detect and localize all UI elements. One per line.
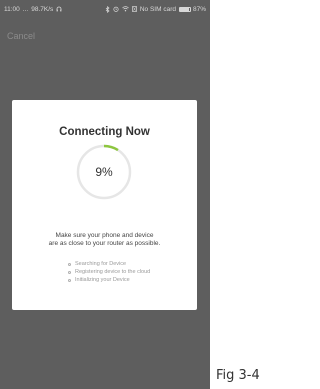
figure-caption: Fig 3-4 [216, 368, 260, 383]
connection-steps: Searching for Device Registering device … [68, 260, 150, 284]
bluetooth-icon [105, 5, 110, 13]
dialog-title: Connecting Now [59, 126, 150, 138]
status-speed: 98.7K/s [31, 5, 54, 13]
headset-icon [56, 6, 62, 12]
status-bar-right: No SIM card 87% [105, 5, 206, 13]
carrier-text: No SIM card [139, 5, 176, 13]
step-item: Initializing your Device [68, 276, 150, 284]
cancel-button[interactable]: Cancel [7, 31, 35, 41]
progress-percent: 9% [95, 165, 113, 179]
step-bullet-icon [68, 262, 71, 266]
message-line-2: are as close to your router as possible. [48, 240, 161, 247]
battery-indicator: 87% [178, 5, 206, 13]
status-time: 11:00 [4, 5, 20, 13]
battery-percent: 87% [192, 5, 206, 13]
message-line-1: Make sure your phone and device [55, 232, 154, 239]
connecting-dialog: Connecting Now 9% Make sure your phone a… [12, 100, 197, 310]
sim-icon [132, 6, 137, 12]
proximity-message: Make sure your phone and device are as c… [12, 232, 197, 248]
step-label: Searching for Device [75, 261, 127, 267]
battery-icon [178, 6, 191, 12]
step-label: Initializing your Device [75, 277, 130, 283]
step-item: Registering device to the cloud [68, 268, 150, 276]
step-bullet-icon [68, 278, 71, 282]
status-more: ... [22, 5, 29, 13]
step-bullet-icon [68, 270, 71, 274]
progress-ring: 9% [75, 143, 133, 201]
step-label: Registering device to the cloud [75, 269, 151, 275]
step-item: Searching for Device [68, 260, 150, 268]
phone-screen: 11:00 ... 98.7K/s No SIM card 87% Cancel… [0, 0, 210, 389]
alarm-icon [113, 6, 119, 12]
battery-fill [179, 7, 189, 11]
status-bar: 11:00 ... 98.7K/s No SIM card 87% [0, 0, 210, 18]
wifi-icon [122, 6, 129, 12]
status-bar-left: 11:00 ... 98.7K/s [4, 6, 62, 13]
